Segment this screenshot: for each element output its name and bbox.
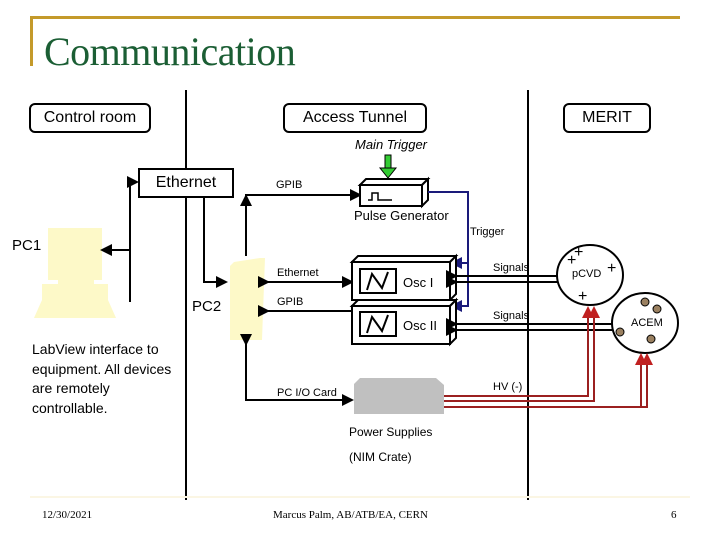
nim-crate-label: (NIM Crate) bbox=[349, 450, 412, 464]
main-trigger-arrow bbox=[378, 154, 398, 179]
pcvd-label: pCVD bbox=[572, 268, 602, 280]
link-ethernet-pc1 bbox=[127, 176, 139, 302]
zone-control-room: Control room bbox=[29, 103, 151, 133]
hv-label: HV (-) bbox=[493, 381, 523, 393]
gpib-link-label: GPIB bbox=[277, 296, 304, 308]
svg-text:+: + bbox=[567, 252, 576, 269]
link-pc2-to-eth bbox=[204, 200, 246, 256]
main-trigger-label: Main Trigger bbox=[355, 137, 428, 152]
footer-date: 12/30/2021 bbox=[42, 509, 93, 521]
osc1-label: Osc I bbox=[403, 275, 434, 290]
signals-label-1: Signals bbox=[493, 262, 530, 274]
pulse-generator-device bbox=[357, 176, 431, 209]
ethernet-link-label: Ethernet bbox=[277, 267, 319, 279]
ethernet-switch: Ethernet bbox=[138, 168, 234, 198]
pc-io-card-label: PC I/O Card bbox=[277, 387, 337, 399]
svg-text:+: + bbox=[607, 260, 616, 277]
pc2-label: PC2 bbox=[192, 298, 222, 315]
zone-merit: MERIT bbox=[563, 103, 651, 133]
pulse-generator-label: Pulse Generator bbox=[354, 208, 449, 223]
trigger-label: Trigger bbox=[470, 226, 505, 238]
footer-page-number: 6 bbox=[671, 509, 677, 521]
footer-rule bbox=[30, 496, 690, 498]
slide: Communication + + + + Control room Acces… bbox=[0, 0, 720, 540]
zone-access-tunnel: Access Tunnel bbox=[283, 103, 427, 133]
description-text: LabView interface to equipment. All devi… bbox=[32, 341, 172, 416]
acem-label: ACEM bbox=[631, 317, 663, 329]
link-eth-to-pc2 bbox=[203, 196, 228, 288]
power-supplies-label: Power Supplies bbox=[349, 425, 433, 439]
svg-text:+: + bbox=[578, 288, 587, 305]
pc1-computer-icon bbox=[34, 228, 116, 318]
pc1-label: PC1 bbox=[12, 237, 42, 254]
signals-label-2: Signals bbox=[493, 310, 530, 322]
footer-author: Marcus Palm, AB/ATB/EA, CERN bbox=[273, 509, 428, 521]
osc2-label: Osc II bbox=[403, 318, 437, 333]
gpib-top-label: GPIB bbox=[276, 179, 303, 191]
pc2-computer-icon bbox=[230, 258, 265, 340]
gpib-top-line bbox=[245, 189, 362, 255]
power-supply-crate bbox=[354, 378, 444, 414]
link-gpib-top bbox=[246, 195, 360, 254]
